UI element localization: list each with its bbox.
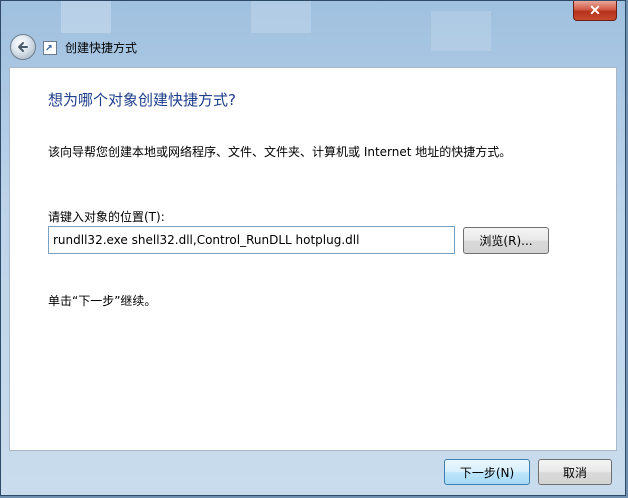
background-blur <box>431 11 491 51</box>
location-label: 请键入对象的位置(T): <box>48 210 165 224</box>
back-arrow-icon <box>18 42 28 52</box>
wizard-footer: 下一步(N) 取消 <box>1 451 627 497</box>
background-blur <box>61 1 111 33</box>
window-title: 创建快捷方式 <box>65 41 138 55</box>
page-description: 该向导帮您创建本地或网络程序、文件、文件夹、计算机或 Internet 地址的快… <box>48 145 512 159</box>
close-button[interactable]: ✕ <box>573 1 617 21</box>
back-button[interactable] <box>10 34 36 60</box>
browse-button[interactable]: 浏览(R)... <box>463 227 549 254</box>
title-bar: ✕ ↗ 创建快捷方式 <box>1 1 625 67</box>
close-icon: ✕ <box>589 2 601 18</box>
next-button[interactable]: 下一步(N) <box>444 459 530 485</box>
location-input[interactable] <box>48 226 455 254</box>
create-shortcut-window: ✕ ↗ 创建快捷方式 想为哪个对象创建快捷方式? 该向导帮您创建本地或网络程序、… <box>0 0 626 496</box>
cancel-button[interactable]: 取消 <box>538 459 612 485</box>
page-heading: 想为哪个对象创建快捷方式? <box>48 91 236 109</box>
shortcut-icon: ↗ <box>43 41 57 55</box>
background-blur <box>251 1 311 33</box>
continue-hint: 单击“下一步”继续。 <box>48 294 157 308</box>
wizard-content: 想为哪个对象创建快捷方式? 该向导帮您创建本地或网络程序、文件、文件夹、计算机或… <box>9 67 617 451</box>
